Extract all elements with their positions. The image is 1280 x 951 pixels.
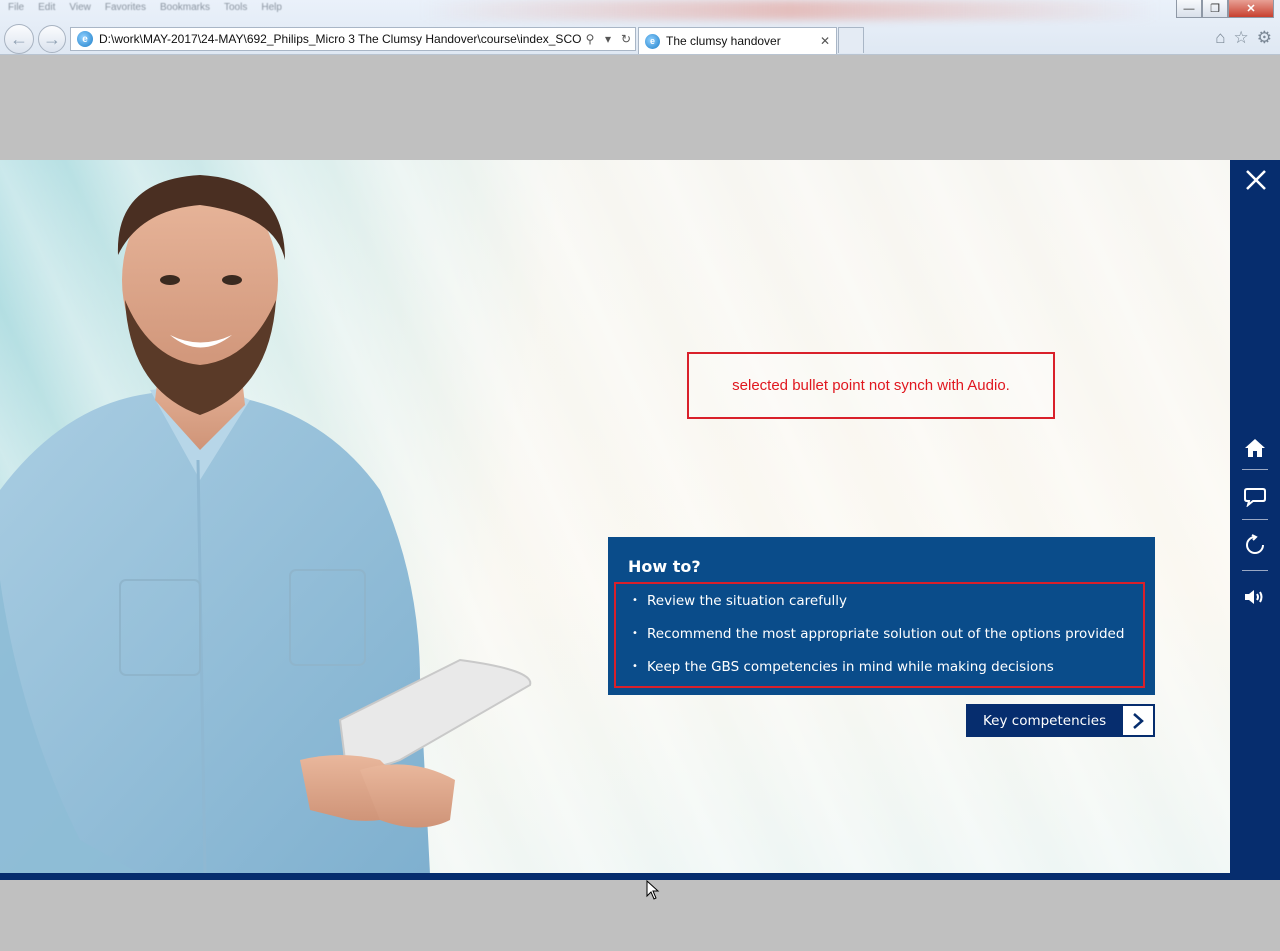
sidebar-divider	[1242, 570, 1268, 571]
menu-file[interactable]: File	[8, 2, 24, 16]
tab-active[interactable]: e The clumsy handover ✕	[638, 27, 837, 54]
home-icon[interactable]	[1240, 433, 1270, 463]
volume-icon[interactable]	[1240, 582, 1270, 612]
home-toolbar-icon[interactable]: ⌂	[1215, 28, 1225, 48]
review-comment-text: selected bullet point not synch with Aud…	[732, 377, 1010, 394]
review-comment-box: selected bullet point not synch with Aud…	[687, 352, 1055, 419]
list-item: Review the situation carefully	[616, 590, 1143, 623]
replay-icon[interactable]	[1240, 530, 1270, 560]
menu-edit[interactable]: Edit	[38, 2, 55, 16]
tab-close-icon[interactable]: ✕	[820, 34, 830, 48]
settings-gear-icon[interactable]: ⚙	[1257, 28, 1272, 48]
person-with-tablet-image	[0, 175, 532, 874]
favorites-star-icon[interactable]: ☆	[1234, 28, 1249, 48]
howto-panel: How to? Review the situation carefully R…	[608, 537, 1155, 695]
course-sidebar	[1230, 160, 1280, 880]
menu-favorites[interactable]: Favorites	[105, 2, 146, 16]
tab-title: The clumsy handover	[666, 34, 781, 48]
tab-ie-icon: e	[645, 33, 660, 49]
browser-chrome: File Edit View Favorites Bookmarks Tools…	[0, 0, 1280, 55]
howto-list: Review the situation carefully Recommend…	[614, 582, 1145, 688]
address-url[interactable]: D:\work\MAY-2017\24-MAY\692_Philips_Micr…	[99, 32, 581, 46]
minimize-button[interactable]: —	[1176, 0, 1202, 18]
toolbar-icons: ⌂ ☆ ⚙	[1215, 28, 1272, 48]
refresh-icon[interactable]: ↻	[617, 32, 635, 46]
search-icon[interactable]: ⚲	[581, 32, 599, 46]
transcript-icon[interactable]	[1240, 482, 1270, 512]
close-icon[interactable]	[1244, 168, 1268, 192]
sidebar-divider	[1242, 519, 1268, 520]
close-window-button[interactable]: ✕	[1228, 0, 1274, 18]
key-competencies-label: Key competencies	[983, 712, 1107, 729]
address-bar[interactable]: e D:\work\MAY-2017\24-MAY\692_Philips_Mi…	[70, 27, 636, 51]
menu-help[interactable]: Help	[261, 2, 282, 16]
dropdown-icon[interactable]: ▾	[599, 32, 617, 46]
list-item: Recommend the most appropriate solution …	[616, 623, 1143, 656]
menu-tools[interactable]: Tools	[224, 2, 247, 16]
sidebar-divider	[1242, 469, 1268, 470]
menu-view[interactable]: View	[69, 2, 91, 16]
titlebar-glow	[420, 0, 1160, 20]
window-controls: — ❐ ✕	[1176, 0, 1274, 18]
menu-bar: File Edit View Favorites Bookmarks Tools…	[8, 2, 282, 16]
back-button[interactable]: ←	[4, 24, 34, 54]
menu-bookmarks[interactable]: Bookmarks	[160, 2, 210, 16]
mouse-cursor-icon	[646, 880, 660, 900]
ie-icon: e	[77, 31, 93, 47]
chevron-right-icon	[1123, 706, 1153, 735]
forward-button[interactable]: →	[38, 25, 66, 53]
new-tab-button[interactable]	[838, 27, 864, 53]
restore-button[interactable]: ❐	[1202, 0, 1228, 18]
key-competencies-button[interactable]: Key competencies	[966, 704, 1155, 737]
stage-bottom-bar	[0, 873, 1230, 880]
course-stage: selected bullet point not synch with Aud…	[0, 160, 1230, 874]
howto-title: How to?	[628, 557, 701, 576]
list-item: Keep the GBS competencies in mind while …	[616, 656, 1143, 689]
